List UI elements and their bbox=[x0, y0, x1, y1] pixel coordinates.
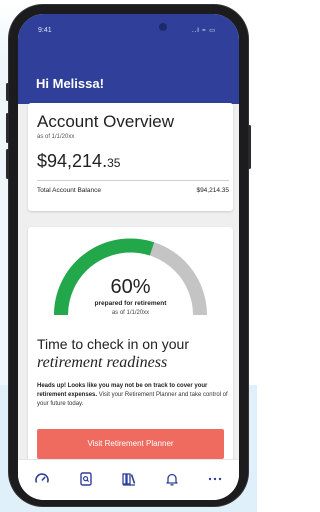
power-button bbox=[248, 125, 251, 169]
app-screen: 9:41 ..l ≈ ▭ Hi Melissa! Account Overvie… bbox=[18, 14, 239, 500]
headline-line-2: retirement readiness bbox=[37, 354, 168, 371]
visit-retirement-planner-button[interactable]: Visit Retirement Planner bbox=[37, 429, 224, 459]
status-time: 9:41 bbox=[38, 27, 52, 34]
volume-up-button bbox=[6, 113, 9, 143]
overview-title: Account Overview bbox=[37, 112, 174, 131]
gauge-icon bbox=[35, 473, 49, 483]
retirement-message: Heads up! Looks like you may not be on t… bbox=[37, 382, 229, 409]
greeting-text: Hi Melissa! bbox=[36, 76, 104, 91]
bottom-tab-bar bbox=[18, 459, 239, 500]
more-icon bbox=[208, 477, 222, 481]
gauge-percent: 60% bbox=[110, 276, 151, 298]
mute-switch bbox=[6, 83, 9, 101]
tab-more[interactable] bbox=[205, 469, 225, 489]
volume-down-button bbox=[6, 149, 9, 179]
library-icon bbox=[122, 473, 136, 486]
total-balance-label: Total Account Balance bbox=[37, 187, 101, 194]
gauge-date: as of 1/1/20xx bbox=[111, 310, 150, 316]
tab-dashboard[interactable] bbox=[32, 469, 52, 489]
bell-icon bbox=[166, 473, 178, 486]
overview-balance: $94,214.35 bbox=[37, 151, 120, 172]
account-overview-card[interactable]: Account Overview as of 1/1/20xx $94,214.… bbox=[28, 103, 233, 211]
overview-date: as of 1/1/20xx bbox=[37, 134, 75, 140]
balance-dollars: $94,214. bbox=[37, 151, 108, 171]
retirement-card: 60% prepared for retirement as of 1/1/20… bbox=[28, 227, 233, 462]
headline-line-1: Time to check in on your bbox=[37, 336, 189, 352]
balance-cents: 35 bbox=[107, 156, 121, 170]
gauge-label: prepared for retirement bbox=[94, 300, 167, 307]
status-icons: ..l ≈ ▭ bbox=[192, 28, 216, 34]
overview-divider bbox=[37, 180, 229, 181]
tab-library[interactable] bbox=[119, 469, 139, 489]
tab-documents[interactable] bbox=[76, 469, 96, 489]
total-balance-value: $94,214.35 bbox=[196, 187, 229, 194]
camera-notch bbox=[159, 23, 167, 31]
tab-notifications[interactable] bbox=[162, 469, 182, 489]
document-search-icon bbox=[80, 472, 92, 486]
